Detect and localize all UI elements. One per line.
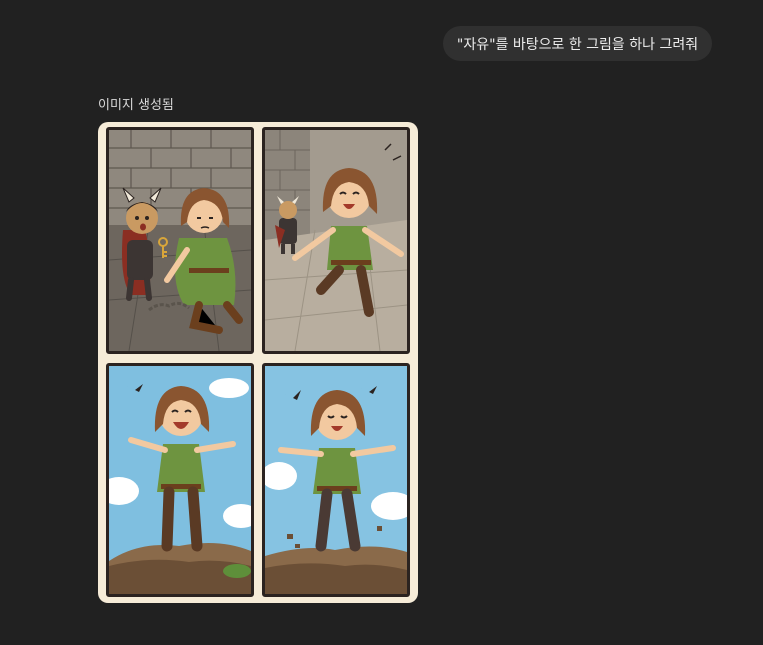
panel-cliff-joy <box>106 363 254 597</box>
panel-cliff-crumble <box>262 363 410 597</box>
user-message-bubble: "자유"를 바탕으로 한 그림을 하나 그려줘 <box>443 26 712 61</box>
panel-run <box>262 127 410 354</box>
generated-comic-image[interactable] <box>98 122 418 603</box>
panel-escape <box>106 127 254 354</box>
user-message-text: "자유"를 바탕으로 한 그림을 하나 그려줘 <box>456 36 699 53</box>
image-generated-label: 이미지 생성됨 <box>98 98 174 113</box>
